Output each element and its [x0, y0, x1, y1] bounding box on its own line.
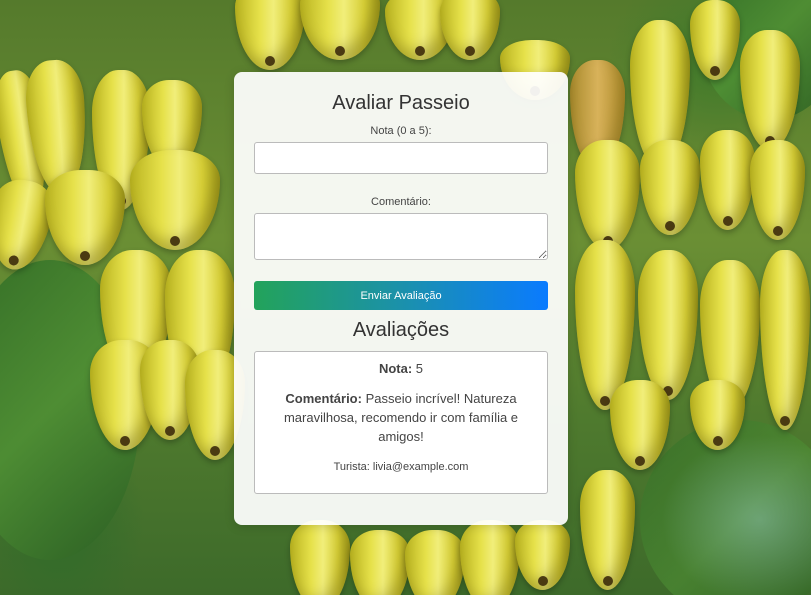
review-rating: Nota: 5 [255, 361, 547, 376]
banana-shape [740, 30, 800, 150]
review-card: Avaliar Passeio Nota (0 a 5): Comentário… [234, 72, 568, 525]
review-tourist: Turista: livia@example.com [255, 461, 547, 473]
banana-shape [45, 170, 125, 265]
review-tourist-prefix: Turista: [333, 461, 370, 473]
comment-label: Comentário: [371, 196, 431, 208]
review-item: Nota: 5 Comentário: Passeio incrível! Na… [254, 351, 548, 494]
submit-review-button[interactable]: Enviar Avaliação [254, 281, 548, 310]
banana-shape [700, 130, 755, 230]
review-rating-value: 5 [415, 361, 424, 376]
banana-shape [300, 0, 380, 60]
review-comment: Comentário: Passeio incrível! Natureza m… [271, 389, 531, 446]
banana-shape [130, 150, 220, 250]
form-title: Avaliar Passeio [332, 92, 470, 114]
rating-input[interactable] [254, 142, 548, 174]
reviews-title: Avaliações [352, 319, 450, 341]
banana-shape [638, 250, 698, 400]
banana-shape [350, 530, 410, 595]
banana-shape [290, 520, 350, 595]
banana-shape [405, 530, 465, 595]
comment-textarea[interactable] [254, 213, 548, 260]
banana-shape [440, 0, 500, 60]
banana-shape [575, 140, 640, 250]
review-comment-prefix: Comentário: [285, 391, 362, 406]
banana-shape [580, 470, 635, 590]
banana-shape [640, 140, 700, 235]
banana-shape [750, 140, 805, 240]
review-rating-prefix: Nota: [378, 361, 413, 376]
rating-label: Nota (0 a 5): [370, 125, 432, 137]
banana-shape [760, 250, 810, 430]
banana-shape [515, 520, 570, 590]
banana-shape [235, 0, 305, 70]
review-tourist-email: livia@example.com [372, 461, 469, 473]
banana-shape [460, 520, 520, 595]
